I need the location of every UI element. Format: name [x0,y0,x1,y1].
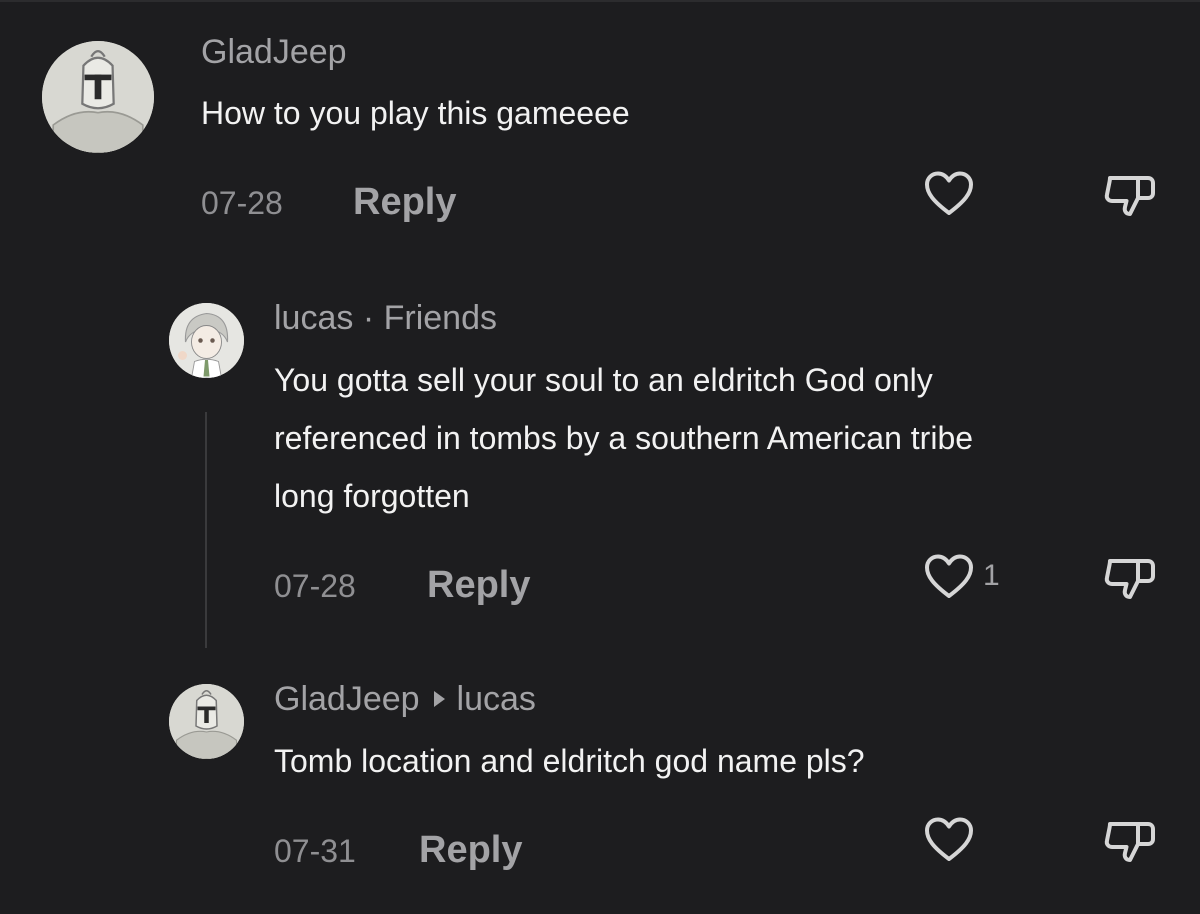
avatar[interactable] [169,684,244,759]
reply-button[interactable]: Reply [427,563,530,607]
like-count: 1 [983,559,1000,592]
thumbs-down-icon[interactable] [1102,170,1158,218]
comment-date: 07-28 [274,568,356,604]
comment-username[interactable]: GladJeep [201,32,347,72]
thread-line [205,412,207,648]
knight-avatar-icon [169,684,244,759]
heart-icon[interactable] [923,553,975,601]
reply-to-username[interactable]: lucas [457,680,536,718]
anime-avatar-icon [169,303,244,378]
thumbs-down-icon[interactable] [1102,816,1158,864]
username-text[interactable]: lucas [274,299,353,337]
username-text[interactable]: GladJeep [201,33,347,71]
heart-icon[interactable] [923,170,975,218]
knight-avatar-icon [42,41,154,153]
separator-dot: · [362,299,384,337]
comment-username[interactable]: GladJeep lucas [274,679,536,719]
comment-text-line: long forgotten [274,478,470,514]
comment-date: 07-28 [201,185,283,221]
comment-text-line: You gotta sell your soul to an eldritch … [274,362,933,398]
avatar[interactable] [169,303,244,378]
comment-text: Tomb location and eldritch god name pls? [274,743,865,779]
comment-text: How to you play this gameeee [201,95,630,131]
reply-button[interactable]: Reply [353,180,456,224]
reply-arrow-icon [433,691,445,707]
avatar[interactable] [42,41,154,153]
top-divider [0,0,1200,2]
reply-button[interactable]: Reply [419,828,522,872]
comment-date: 07-31 [274,833,356,869]
comment-text-line: referenced in tombs by a southern Americ… [274,420,974,456]
comment-username[interactable]: lucas · Friends [274,298,497,338]
heart-icon[interactable] [923,816,975,864]
username-text[interactable]: GladJeep [274,680,420,718]
thumbs-down-icon[interactable] [1102,553,1158,601]
friends-label: Friends [383,299,497,337]
